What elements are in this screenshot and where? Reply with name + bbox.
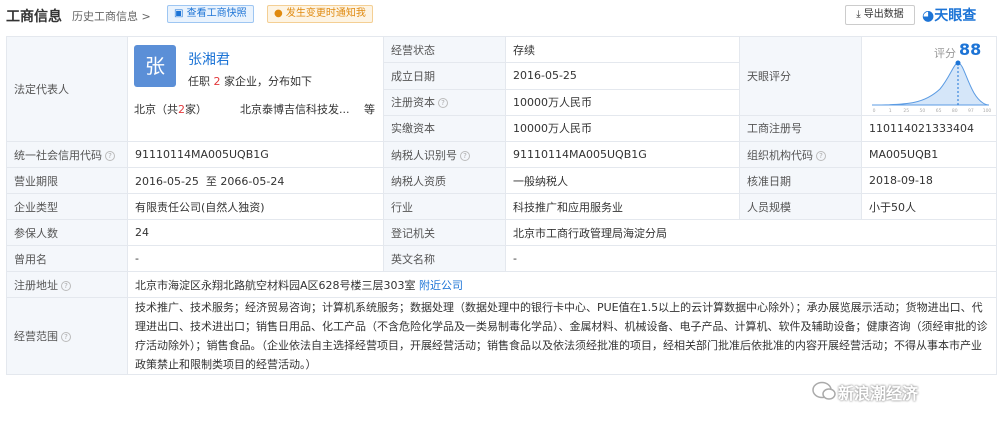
term-label: 营业期限 [6,167,128,194]
help-icon[interactable]: ? [61,332,71,342]
score-cell[interactable]: 评分 88 0 1 25 50 65 80 97 100 [861,36,997,116]
score-axis-tick: 0 [873,108,876,114]
avatar: 张 [134,45,176,87]
status-value: 存续 [505,35,740,64]
history-link[interactable]: 历史工商信息 > [72,8,151,24]
export-button[interactable]: ⤓ 导出数据 [845,5,915,25]
industry-value: 科技推广和应用服务业 [505,193,740,220]
score-axis-tick: 1 [889,108,892,114]
score-axis-tick: 65 [936,108,942,114]
former-name-value: - [127,245,384,272]
help-icon[interactable]: ? [438,98,448,109]
reg-authority-label: 登记机关 [383,219,506,246]
help-icon[interactable]: ? [460,150,470,161]
credit-code-value: 91110114MA005UQB1G [127,141,384,168]
business-info-table: 法定代表人 张 张湘君 任职 2 家企业，分布如下 北京（共2家） 北京泰博吉信… [6,35,997,375]
company-type-value: 有限责任公司(自然人独资) [127,193,384,220]
address-value: 北京市海淀区永翔北路航空材料园A区628号楼三层303室 附近公司 [127,271,997,298]
export-button-label: 导出数据 [863,9,904,20]
notify-button[interactable]: ● 发生变更时通知我 [267,5,373,23]
score-distribution-chart: 0 1 25 50 65 80 97 100 [871,60,991,114]
wechat-icon [812,381,836,400]
english-name-label: 英文名称 [383,245,506,272]
notify-button-label: 发生变更时通知我 [285,8,366,19]
legal-rep-name[interactable]: 张湘君 [188,49,230,69]
help-icon[interactable]: ? [816,150,826,161]
score-label: 天眼评分 [739,36,862,116]
credit-code-label: 统一社会信用代码? [6,141,128,168]
score-value: 88 [959,40,982,59]
brand-logo: ◕天眼查 [922,5,976,25]
download-icon: ⤓ [856,9,864,20]
brand-name: 天眼查 [934,8,977,24]
status-label: 经营状态 [383,35,506,64]
nearby-companies-link[interactable]: 附近公司 [419,279,463,292]
staff-size-value: 小于50人 [861,193,997,220]
camera-icon: ▣ [174,8,187,19]
reg-authority-value: 北京市工商行政管理局海淀分局 [505,219,997,246]
score-axis-tick: 50 [920,108,926,114]
english-name-value: - [505,245,997,272]
company-type-label: 企业类型 [6,193,128,220]
legal-rep-label: 法定代表人 [6,36,128,142]
tianyancha-icon: ◕ [922,8,935,24]
paid-capital-label: 实缴资本 [383,114,506,143]
org-code-value: MA005UQB1 [861,141,997,168]
org-code-label: 组织机构代码? [739,141,862,168]
snapshot-button[interactable]: ▣ 查看工商快照 [167,5,254,23]
legal-rep-more: 等 [364,103,375,116]
address-label: 注册地址? [6,271,128,298]
legal-rep-roles: 任职 2 家企业，分布如下 [188,75,312,88]
staff-size-label: 人员规模 [739,193,862,220]
industry-label: 行业 [383,193,506,220]
score-axis-tick: 80 [952,108,958,114]
paid-capital-value: 10000万人民币 [505,114,740,143]
score-axis-tick: 25 [903,108,909,114]
score-axis-tick: 97 [968,108,974,114]
term-value: 2016-05-25 至 2066-05-24 [127,167,384,194]
legal-rep-location: 北京（共2家） [134,103,207,116]
scope-value: 技术推广、技术服务；经济贸易咨询；计算机系统服务；数据处理（数据处理中的银行卡中… [127,297,997,375]
insured-label: 参保人数 [6,219,128,246]
taxpayer-qual-value: 一般纳税人 [505,167,740,194]
watermark: 新浪潮经济 [810,378,998,404]
score-marker [955,60,961,66]
taxpayer-id-value: 91110114MA005UQB1G [505,141,740,168]
watermark-text: 新浪潮经济 [838,384,919,403]
reg-no-value: 110114021333404 [861,114,997,143]
reg-capital-label: 注册资本? [383,88,506,116]
score-axis-tick: 100 [983,108,991,114]
section-title: 工商信息 [6,9,62,25]
taxpayer-qual-label: 纳税人资质 [383,167,506,194]
founded-label: 成立日期 [383,62,506,90]
legal-rep-company[interactable]: 北京泰博吉信科技发... [240,101,350,117]
snapshot-button-label: 查看工商快照 [186,8,247,19]
header-bar: 工商信息 历史工商信息 > ▣ 查看工商快照 ● 发生变更时通知我 ⤓ 导出数据… [0,0,1000,30]
approve-date-value: 2018-09-18 [861,167,997,194]
insured-value: 24 [127,219,384,246]
approve-date-label: 核准日期 [739,167,862,194]
reg-no-label: 工商注册号 [739,114,862,143]
founded-value: 2016-05-25 [505,62,740,90]
help-icon[interactable]: ? [61,280,71,291]
legal-rep-cell: 张 张湘君 任职 2 家企业，分布如下 北京（共2家） 北京泰博吉信科技发...… [127,36,384,142]
scope-label: 经营范围? [6,297,128,375]
taxpayer-id-label: 纳税人识别号? [383,141,506,168]
help-icon[interactable]: ? [105,150,115,161]
reg-capital-value: 10000万人民币 [505,88,740,116]
former-name-label: 曾用名 [6,245,128,272]
bell-icon: ● [274,8,286,19]
